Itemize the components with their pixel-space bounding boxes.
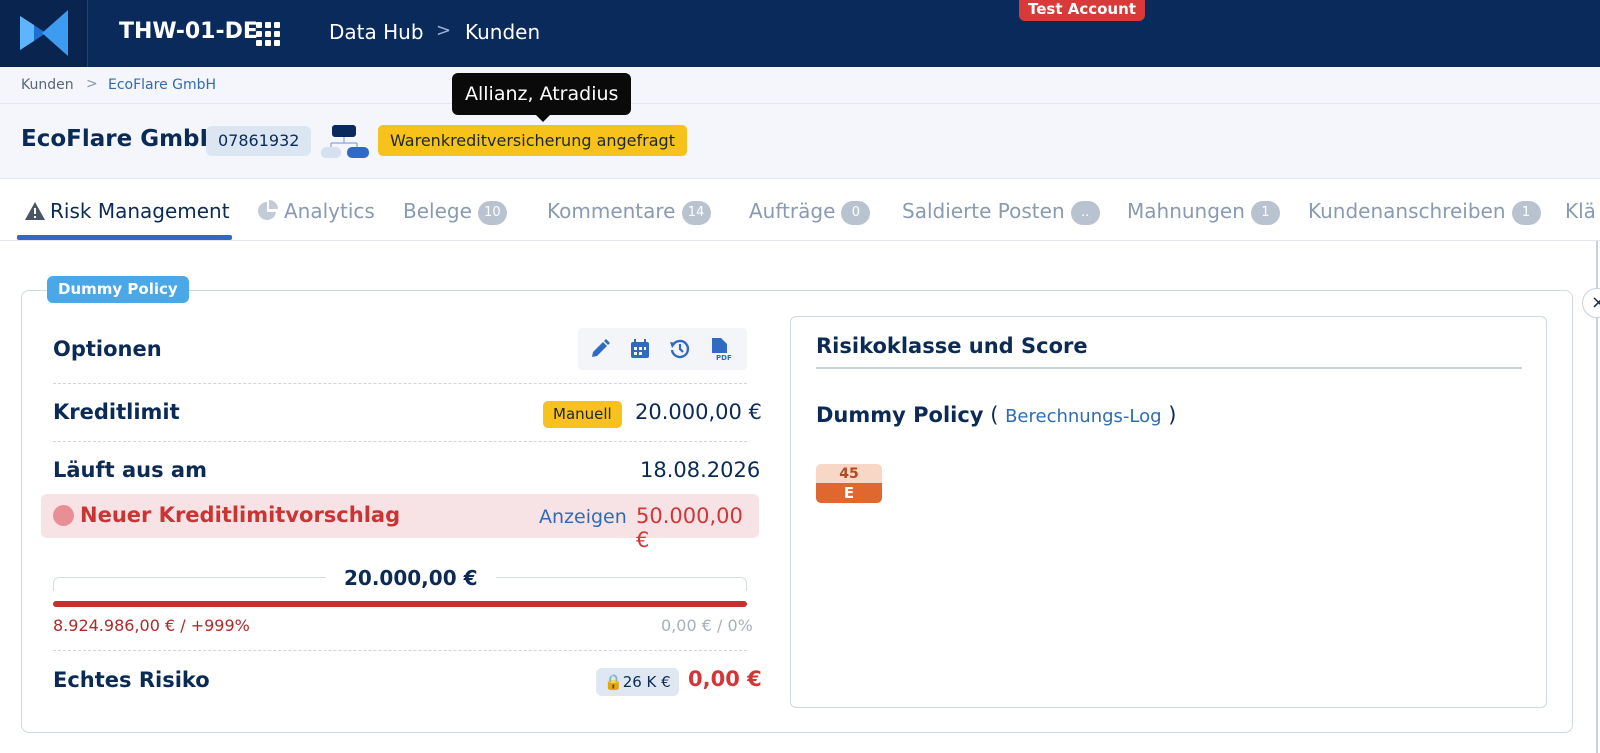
- breadcrumb-customer[interactable]: EcoFlare GmbH: [108, 77, 216, 93]
- paren-open: (: [990, 403, 999, 427]
- risk-score-badge[interactable]: 45 E: [816, 464, 882, 503]
- customer-header: EcoFlare GmbH 07861932 Warenkreditversic…: [0, 104, 1600, 179]
- usage-right-text: 0,00 € / 0%: [661, 616, 753, 635]
- tab-count-badge: 0: [841, 200, 871, 225]
- tab-count-badge: 1: [1511, 200, 1541, 225]
- usage-amount: 20.000,00 €: [326, 566, 496, 590]
- paren-close: ): [1168, 403, 1177, 427]
- svg-text:PDF: PDF: [716, 354, 732, 361]
- proposal-label: Neuer Kreditlimitvorschlag: [80, 503, 401, 527]
- tab-count-badge: ..: [1070, 200, 1100, 225]
- calendar-icon[interactable]: [628, 337, 652, 361]
- tab-label: Kommentare: [547, 198, 676, 223]
- expires-value: 18.08.2026: [640, 458, 761, 482]
- tab-mahnungen[interactable]: Mahnungen 1: [1127, 180, 1280, 241]
- tab-count-badge: 1: [1250, 200, 1280, 225]
- divider: [53, 441, 747, 442]
- real-risk-label: Echtes Risiko: [53, 668, 210, 692]
- calculation-log-link[interactable]: Berechnungs-Log: [1005, 406, 1161, 427]
- test-account-badge: Test Account: [1019, 0, 1145, 21]
- lock-icon: 🔒: [604, 673, 623, 691]
- risk-class-card: Risikoklasse und Score Dummy Policy ( Be…: [790, 316, 1547, 708]
- risk-card-title: Risikoklasse und Score: [816, 334, 1088, 358]
- divider: [53, 650, 747, 651]
- hierarchy-icon[interactable]: [321, 125, 369, 159]
- pdf-icon[interactable]: PDF: [708, 337, 732, 361]
- tab-saldierte-posten[interactable]: Saldierte Posten ..: [902, 180, 1100, 241]
- pencil-icon[interactable]: [588, 337, 612, 361]
- options-toolbar: PDF: [578, 328, 747, 370]
- nav-data-hub[interactable]: Data Hub: [329, 20, 424, 44]
- history-icon[interactable]: [668, 337, 692, 361]
- lock-badge-value: 26 K €: [622, 673, 671, 691]
- risk-score: 45: [816, 464, 882, 483]
- tooltip-arrow: [535, 114, 551, 122]
- real-risk-lock-badge[interactable]: 🔒26 K €: [596, 668, 679, 696]
- tab-analytics[interactable]: Analytics: [257, 180, 375, 241]
- risk-policy-line: Dummy Policy ( Berechnungs-Log ): [816, 403, 1176, 427]
- usage-bar-fill: [53, 601, 747, 607]
- tenant-name[interactable]: THW-01-DE: [119, 19, 258, 44]
- tab-label: Mahnungen: [1127, 198, 1245, 223]
- tab-auftraege[interactable]: Aufträge 0: [749, 180, 871, 241]
- risk-grade: E: [816, 483, 882, 503]
- tab-count-badge: 14: [681, 200, 711, 225]
- divider: [53, 383, 747, 384]
- tab-label: Kundenanschreiben: [1308, 198, 1506, 223]
- customer-id-badge[interactable]: 07861932: [206, 126, 312, 156]
- breadcrumb-separator-icon: >: [86, 76, 98, 92]
- tab-label: Saldierte Posten: [902, 198, 1065, 223]
- status-dot-icon: [53, 505, 74, 526]
- tab-count-badge: 10: [477, 200, 507, 225]
- tab-klaerungen[interactable]: Klä: [1565, 180, 1596, 241]
- app-logo[interactable]: [0, 0, 88, 67]
- customer-name: EcoFlare GmbH: [21, 126, 219, 152]
- apps-grid-icon[interactable]: [255, 21, 281, 47]
- tab-label: Belege: [403, 198, 472, 223]
- tab-belege[interactable]: Belege 10: [403, 180, 507, 241]
- tab-bar: Risk Management Analytics Belege 10 Komm…: [0, 180, 1600, 241]
- tab-label: Aufträge: [749, 198, 836, 223]
- usage-left-text: 8.924.986,00 € / +999%: [53, 616, 250, 635]
- tab-label: Risk Management: [50, 198, 230, 223]
- expires-label: Läuft aus am: [53, 458, 207, 482]
- tab-risk-management[interactable]: Risk Management: [24, 180, 230, 241]
- tab-label: Klä: [1565, 198, 1596, 223]
- breadcrumb-kunden[interactable]: Kunden: [21, 77, 74, 93]
- options-title: Optionen: [53, 337, 162, 361]
- credit-limit-value: 20.000,00 €: [635, 400, 762, 424]
- show-proposal-link[interactable]: Anzeigen: [539, 506, 627, 528]
- usage-bar: [53, 601, 747, 607]
- tab-kommentare[interactable]: Kommentare 14: [547, 180, 711, 241]
- insurer-tooltip: Allianz, Atradius: [452, 73, 632, 115]
- credit-limit-proposal: Neuer Kreditlimitvorschlag Anzeigen 50.0…: [41, 494, 759, 552]
- pie-chart-icon: [258, 199, 278, 220]
- top-navigation-bar: THW-01-DE Data Hub > Kunden Test Account: [0, 0, 1600, 67]
- active-tab-indicator: [17, 235, 232, 240]
- manual-badge: Manuell: [543, 401, 622, 428]
- breadcrumb: Kunden > EcoFlare GmbH: [0, 67, 1600, 104]
- nav-separator-icon: >: [436, 20, 452, 41]
- risk-policy-name: Dummy Policy: [816, 403, 984, 427]
- credit-limit-label: Kreditlimit: [53, 400, 180, 424]
- proposal-value: 50.000,00 €: [636, 504, 743, 552]
- warning-icon: [25, 201, 45, 220]
- real-risk-value: 0,00 €: [688, 667, 762, 691]
- tab-label: Analytics: [284, 198, 375, 223]
- divider: [816, 367, 1522, 369]
- policy-tag: Dummy Policy: [47, 276, 189, 303]
- close-panel-icon[interactable]: ×: [1582, 288, 1600, 318]
- tab-kundenanschreiben[interactable]: Kundenanschreiben 1: [1308, 180, 1541, 241]
- nav-kunden[interactable]: Kunden: [465, 20, 540, 44]
- insurance-status-badge[interactable]: Warenkreditversicherung angefragt: [378, 125, 687, 156]
- logo-icon: [20, 10, 68, 56]
